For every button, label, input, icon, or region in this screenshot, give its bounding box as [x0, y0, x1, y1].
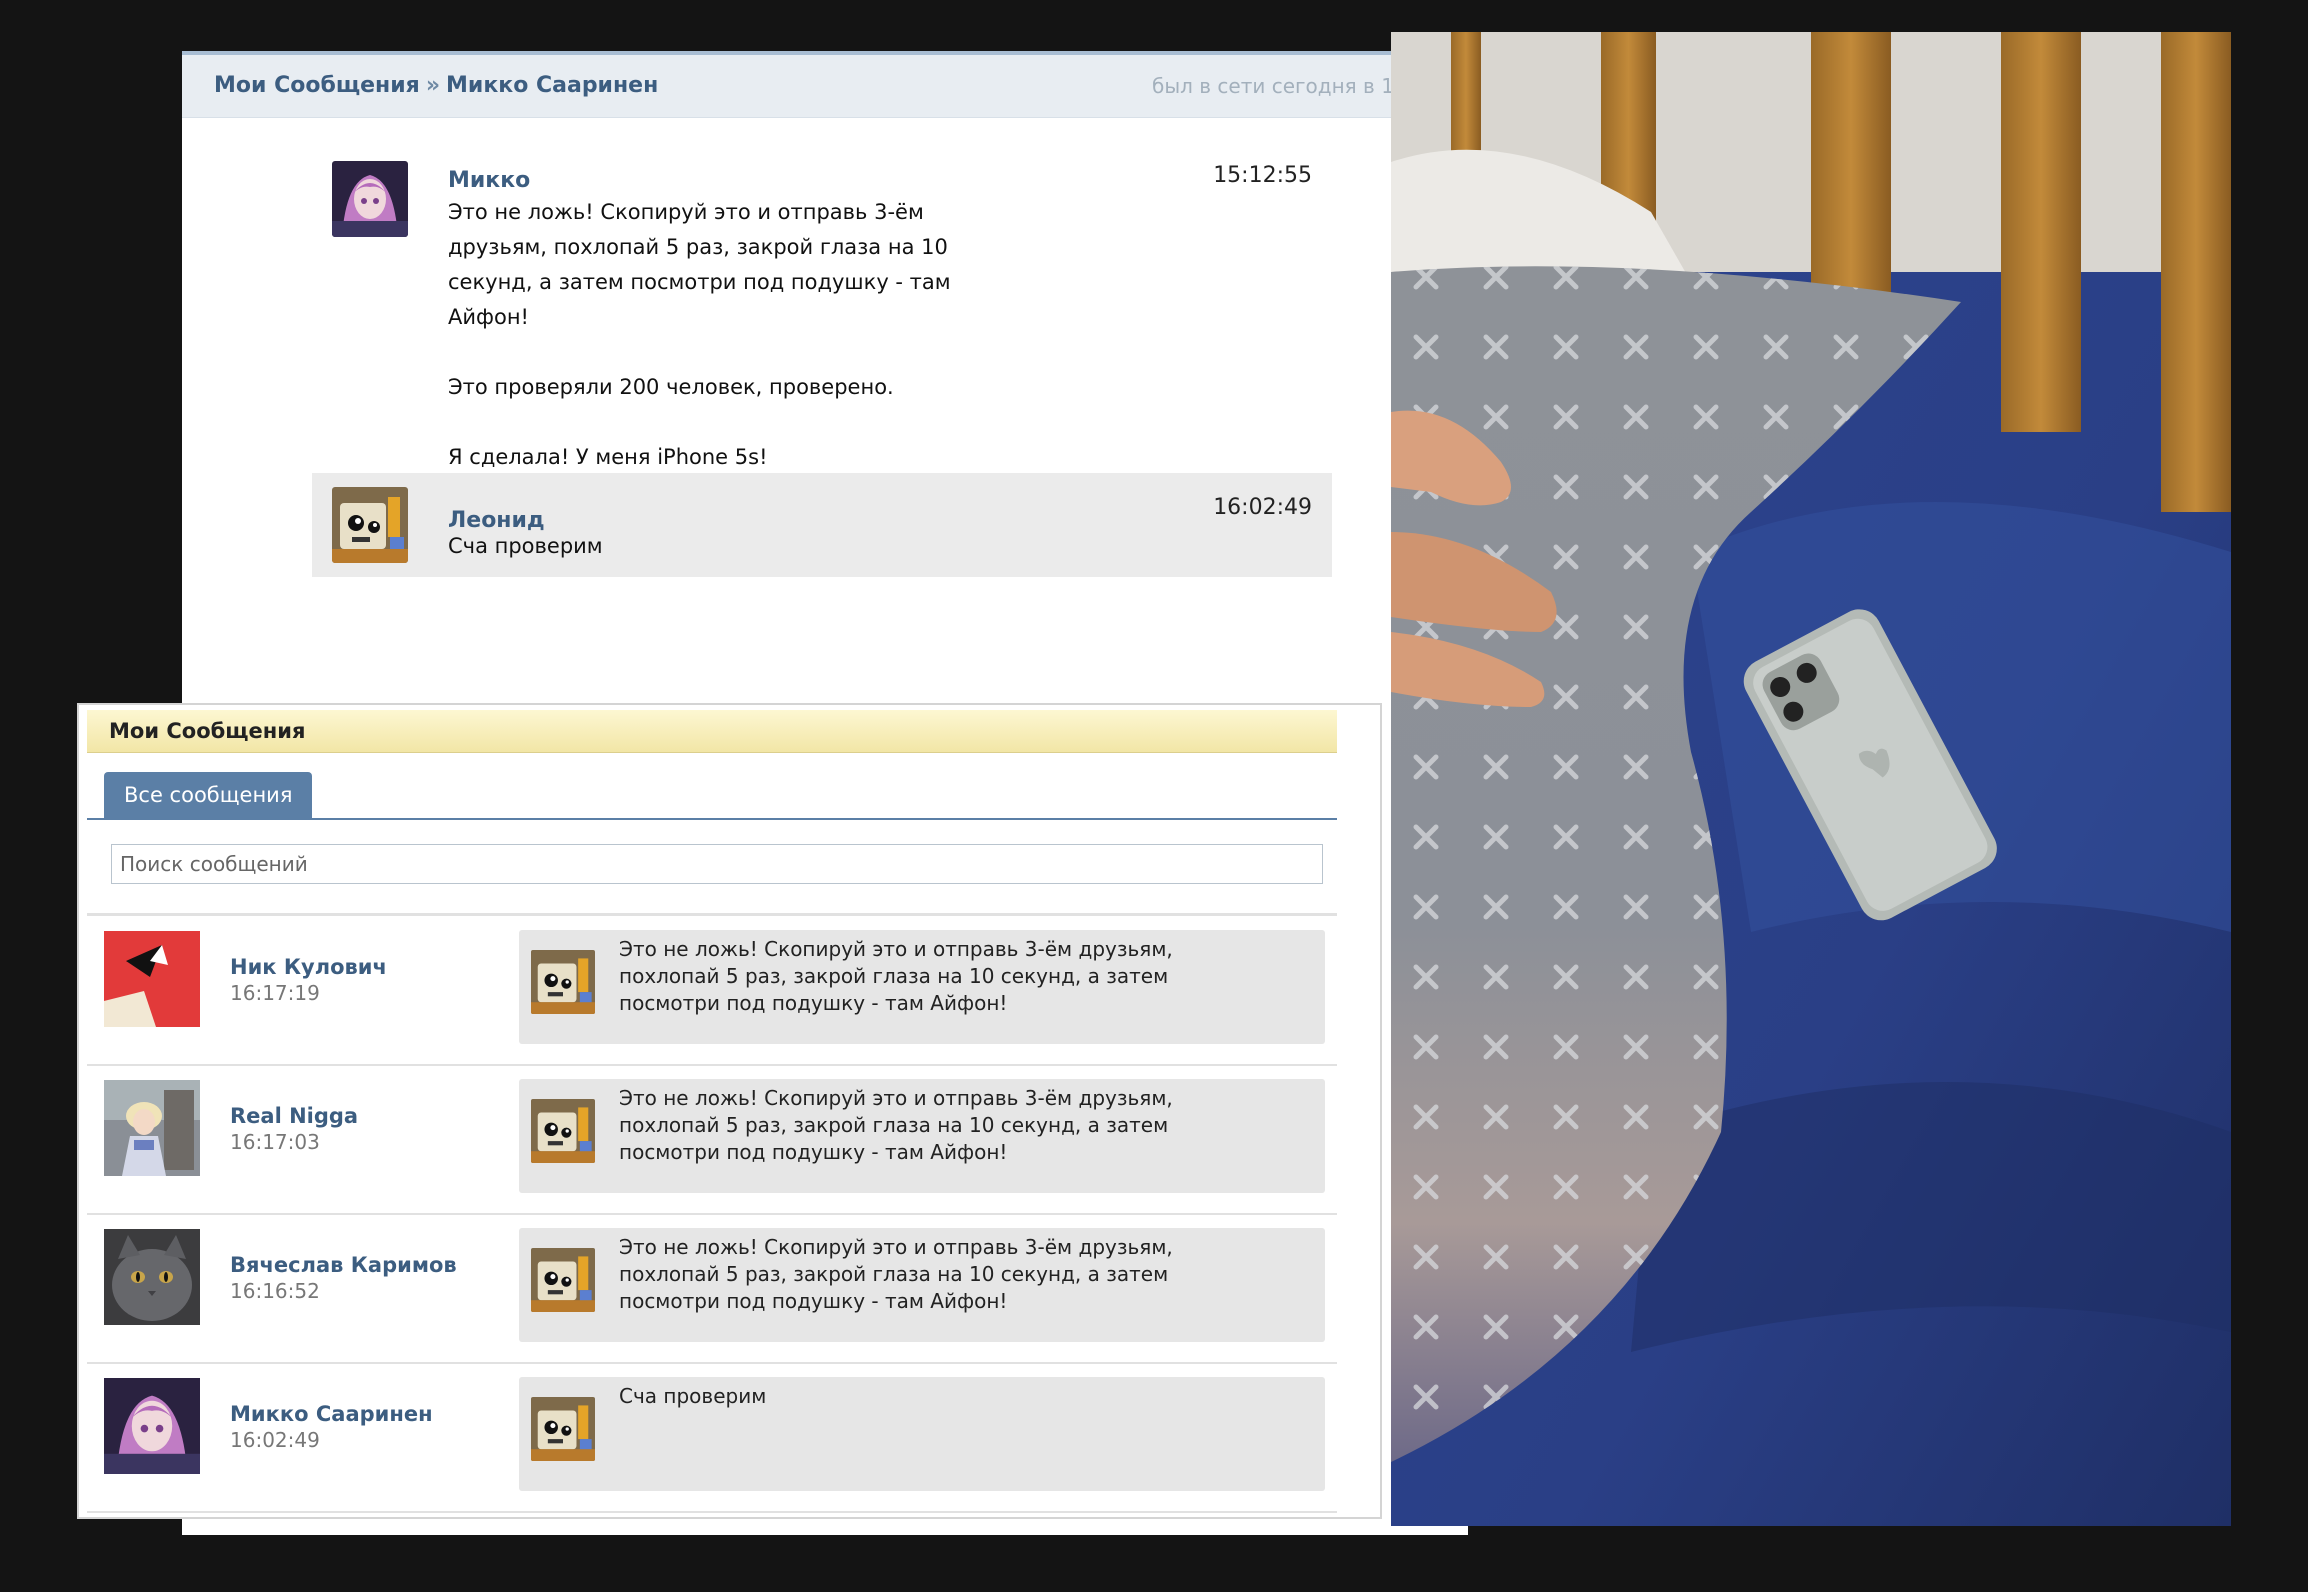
avatar[interactable] — [104, 931, 200, 1027]
cartoon-robot-avatar-icon — [531, 1099, 595, 1163]
message-paragraph: Это не ложь! Скопируй это и отправь 3-ём… — [448, 200, 951, 329]
dialog-preview-text: Это не ложь! Скопируй это и отправь 3-ём… — [619, 1235, 1173, 1313]
dialog-preview[interactable]: Это не ложь! Скопируй это и отправь 3-ём… — [519, 1228, 1325, 1342]
breadcrumb: Мои Сообщения» Микко Сааринен — [214, 73, 658, 98]
dialog-preview[interactable]: Это не ложь! Скопируй это и отправь 3-ём… — [519, 930, 1325, 1044]
dialogs-header: Мои Сообщения — [87, 710, 1337, 753]
search-input[interactable] — [111, 844, 1323, 884]
dialog-preview-text: Это не ложь! Скопируй это и отправь 3-ём… — [619, 1086, 1173, 1164]
chat-message: Микко 15:12:55 Это не ложь! Скопируй это… — [312, 155, 1332, 495]
dialog-contact-name[interactable]: Ник Кулович — [230, 955, 387, 979]
dialog-time: 16:17:19 — [230, 981, 320, 1005]
dialog-time: 16:16:52 — [230, 1279, 320, 1303]
dialog-preview-text: Это не ложь! Скопируй это и отправь 3-ём… — [619, 937, 1173, 1015]
message-body: Сча проверим — [448, 529, 1008, 564]
dialog-contact-name[interactable]: Вячеслав Каримов — [230, 1253, 457, 1277]
sender-avatar — [531, 1248, 595, 1312]
message-paragraph: Сча проверим — [448, 534, 603, 558]
sender-avatar — [531, 1397, 595, 1461]
anime-girl-avatar-icon — [332, 161, 408, 237]
cartoon-robot-avatar-icon — [531, 950, 595, 1014]
avatar[interactable] — [104, 1229, 200, 1325]
avatar[interactable] — [332, 487, 408, 563]
avatar[interactable] — [104, 1378, 200, 1474]
dialog-row[interactable]: Микко Сааринен 16:02:49 Сча проверим — [87, 1363, 1337, 1513]
pillow-phone-image — [1391, 32, 2231, 1526]
dialog-row[interactable]: Ник Кулович 16:17:19 Это не ложь! Скопир… — [87, 916, 1337, 1066]
chat-message: Леонид 16:02:49 Сча проверим — [312, 473, 1332, 577]
breadcrumb-messages-link[interactable]: Мои Сообщения — [214, 73, 420, 98]
conversation-header: Мои Сообщения» Микко Сааринен был в сети … — [182, 55, 1468, 118]
tab-underline — [87, 818, 1337, 820]
message-author[interactable]: Микко — [448, 168, 530, 193]
avatar[interactable] — [332, 161, 408, 237]
message-body: Это не ложь! Скопируй это и отправь 3-ём… — [448, 195, 1008, 475]
cartoon-robot-avatar-icon — [332, 487, 408, 563]
bed-photo — [1391, 32, 2231, 1526]
dialog-preview-text: Сча проверим — [619, 1384, 767, 1408]
dialog-time: 16:17:03 — [230, 1130, 320, 1154]
anime-girl-avatar-icon — [104, 1378, 200, 1474]
cartoon-robot-avatar-icon — [531, 1248, 595, 1312]
dialogs-title: Мои Сообщения — [109, 719, 306, 743]
dialog-preview[interactable]: Сча проверим — [519, 1377, 1325, 1491]
sender-avatar — [531, 950, 595, 1014]
message-paragraph: Я сделала! У меня iPhone 5s! — [448, 445, 768, 469]
sender-avatar — [531, 1099, 595, 1163]
dialog-time: 16:02:49 — [230, 1428, 320, 1452]
dialog-contact-name[interactable]: Real Nigga — [230, 1104, 358, 1128]
cartoon-robot-avatar-icon — [531, 1397, 595, 1461]
message-time: 16:02:49 — [1213, 495, 1312, 520]
red-abstract-avatar-icon — [104, 931, 200, 1027]
dialog-contact-name[interactable]: Микко Сааринен — [230, 1402, 433, 1426]
online-status: был в сети сегодня в 1 — [1152, 74, 1394, 98]
message-time: 15:12:55 — [1213, 163, 1312, 188]
avatar[interactable] — [104, 1080, 200, 1176]
anime-figure-avatar-icon — [104, 1080, 200, 1176]
gray-cat-avatar-icon — [104, 1229, 200, 1325]
breadcrumb-contact-link[interactable]: Микко Сааринен — [446, 73, 658, 98]
dialog-row[interactable]: Real Nigga 16:17:03 Это не ложь! Скопиру… — [87, 1065, 1337, 1215]
dialogs-window: Мои Сообщения Все сообщения Ник Кулович … — [77, 703, 1382, 1519]
breadcrumb-separator: » — [425, 73, 441, 98]
dialog-preview[interactable]: Это не ложь! Скопируй это и отправь 3-ём… — [519, 1079, 1325, 1193]
tab-all-messages[interactable]: Все сообщения — [104, 772, 313, 818]
message-paragraph: Это проверяли 200 человек, проверено. — [448, 375, 894, 399]
dialog-row[interactable]: Вячеслав Каримов 16:16:52 Это не ложь! С… — [87, 1214, 1337, 1364]
